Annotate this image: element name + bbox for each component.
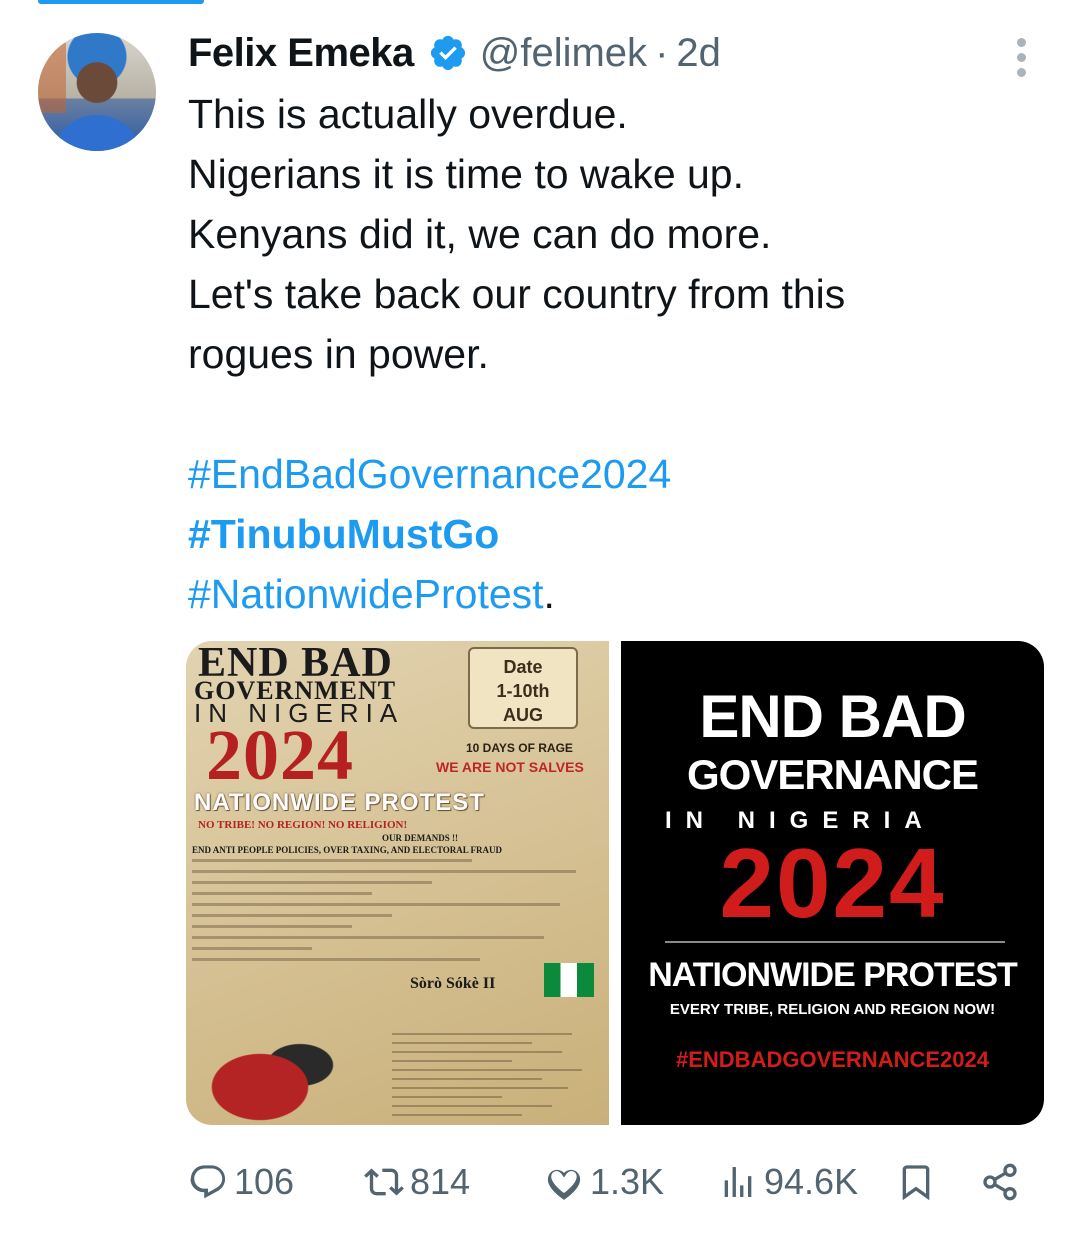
poster-date-box: Date 1-10th AUG [468, 647, 578, 729]
protest-poster-left[interactable]: END BAD GOVERNMENT IN NIGERIA 2024 Date … [186, 641, 609, 1125]
separator: · [655, 30, 669, 75]
share-icon [983, 1163, 1017, 1201]
poster-year: 2024 [719, 828, 946, 938]
views-count: 94.6K [764, 1161, 859, 1202]
repost-count: 814 [410, 1161, 471, 1202]
protest-poster-right[interactable]: END BAD GOVERNANCE IN NIGERIA 2024 NATIO… [621, 641, 1044, 1125]
tweet-text: This is actually overdue. Nigerians it i… [188, 84, 1048, 384]
poster-nationwide: NATIONWIDE PROTEST [194, 789, 485, 816]
post-time[interactable]: 2d [676, 31, 721, 76]
views-icon [724, 1167, 752, 1197]
reply-button[interactable]: 106 [188, 1156, 294, 1208]
tab-indicator [38, 0, 204, 4]
poster-rage: 10 DAYS OF RAGE [466, 741, 573, 755]
repost-button[interactable]: 814 [364, 1156, 470, 1208]
action-bar: 106 814 1.3K 94.6K [188, 1156, 1034, 1208]
poster-fine-print [392, 1033, 592, 1123]
hashtag-list: #EndBadGovernance2024 #TinubuMustGo #Nat… [188, 444, 671, 624]
poster-date-label: Date [503, 657, 543, 677]
bookmark-button[interactable] [896, 1156, 942, 1208]
reply-icon [190, 1165, 226, 1199]
poster-tribe: NO TRIBE! NO REGION! NO RELIGION! [198, 819, 408, 831]
poster-date-month: AUG [503, 705, 543, 725]
reply-count: 106 [234, 1161, 295, 1202]
raised-fist-icon [196, 1021, 356, 1125]
poster-nationwide: NATIONWIDE PROTEST [648, 956, 1018, 994]
poster-divider [665, 941, 1005, 943]
author-name[interactable]: Felix Emeka [188, 31, 414, 76]
bookmark-icon [902, 1165, 930, 1201]
trailing-period: . [543, 571, 555, 617]
poster-slogan: WE ARE NOT SALVES [436, 759, 584, 775]
share-button[interactable] [980, 1156, 1026, 1208]
nigeria-flag-icon [544, 963, 594, 997]
tweet-text-line: rogues in power. [188, 331, 489, 377]
poster-soro: Sòrò Sókè II [410, 975, 496, 992]
views-button[interactable]: 94.6K [718, 1156, 858, 1208]
hashtag-link[interactable]: #NationwideProtest [188, 571, 544, 617]
tweet-text-line: Let's take back our country from this [188, 271, 846, 317]
tweet-header: Felix Emeka @felimek · 2d [188, 30, 721, 76]
poster-tagline: EVERY TRIBE, RELIGION AND REGION NOW! [669, 1001, 996, 1018]
poster-date-range: 1-10th [496, 681, 550, 701]
poster-hashtag: #ENDBADGOVERNANCE2024 [676, 1047, 989, 1072]
verified-badge-icon [430, 35, 465, 71]
hashtag-link[interactable]: #EndBadGovernance2024 [188, 444, 671, 504]
poster-demands: OUR DEMANDS !! [382, 833, 458, 843]
tweet-text-line: Nigerians it is time to wake up. [188, 151, 745, 197]
poster-year: 2024 [206, 715, 354, 795]
avatar-figure [52, 115, 142, 151]
hashtag-link[interactable]: #TinubuMustGo [188, 504, 671, 564]
repost-icon [364, 1168, 404, 1196]
media-grid: END BAD GOVERNMENT IN NIGERIA 2024 Date … [186, 641, 1044, 1125]
poster-anti: END ANTI PEOPLE POLICIES, OVER TAXING, A… [192, 845, 503, 855]
avatar[interactable] [38, 33, 156, 151]
more-options-icon[interactable] [1008, 38, 1034, 78]
tweet-text-line: Kenyans did it, we can do more. [188, 211, 772, 257]
like-icon [547, 1169, 581, 1200]
poster-headline: END BAD [699, 683, 966, 750]
like-count: 1.3K [590, 1161, 665, 1202]
poster-headline-2: GOVERNANCE [686, 751, 979, 798]
tweet-text-line: This is actually overdue. [188, 91, 628, 137]
avatar-background [38, 43, 66, 113]
poster-fine-print [192, 859, 592, 969]
author-handle[interactable]: @felimek [480, 31, 647, 76]
like-button[interactable]: 1.3K [544, 1156, 664, 1208]
